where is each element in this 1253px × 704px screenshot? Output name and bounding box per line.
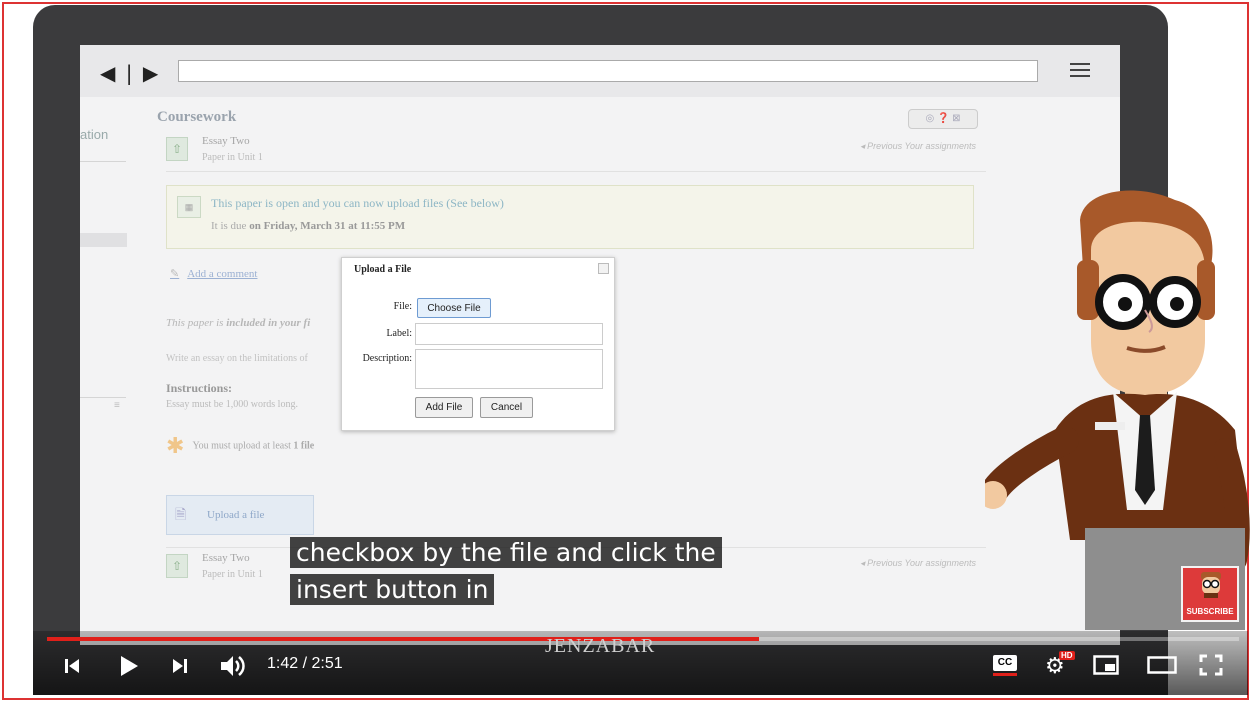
theater-mode-icon[interactable]	[1147, 656, 1177, 674]
add-comment-label: Add a comment	[187, 268, 258, 280]
write-text: Write an essay on the limitations of	[166, 353, 308, 364]
due-value: on Friday, March 31 at 11:55 PM	[249, 220, 406, 232]
label-input[interactable]	[415, 323, 603, 345]
included-text: This paper is included in your fi	[166, 317, 310, 329]
assignment-nav: ◂ Previous Your assignments	[860, 141, 976, 151]
next-icon[interactable]	[171, 657, 189, 675]
instructions-body: Essay must be 1,000 words long.	[166, 399, 298, 410]
description-label: Description:	[362, 353, 412, 364]
upload-icon: 🗎	[175, 506, 187, 522]
settings-button[interactable]: ⚙ HD	[1045, 651, 1077, 678]
hd-badge: HD	[1059, 651, 1075, 660]
miniplayer-icon[interactable]	[1093, 655, 1119, 675]
play-icon[interactable]	[119, 655, 139, 677]
comment-icon: ✎	[170, 268, 180, 280]
notice-title-suffix: (See below)	[443, 196, 504, 210]
sidebar-divider	[80, 161, 126, 162]
description-textarea[interactable]	[415, 349, 603, 389]
subscribe-button[interactable]: SUBSCRIBE	[1181, 566, 1239, 622]
must-upload-text: ✱ You must upload at least 1 file	[166, 433, 314, 459]
puzzle-icon: ✱	[166, 433, 185, 458]
add-comment-link[interactable]: ✎ Add a comment	[170, 267, 257, 280]
assignment-row: ⇧ Essay Two Paper in Unit 1 ◂ Previous Y…	[166, 131, 986, 172]
assignment-subtitle: Paper in Unit 1	[202, 152, 263, 163]
address-bar	[178, 60, 1038, 82]
sidebar-label: ation	[80, 127, 109, 142]
cc-icon: CC	[993, 655, 1017, 671]
sidebar-grip-icon: ≡	[114, 400, 120, 411]
browser-toolbar: ◀ | ▶	[80, 45, 1120, 97]
subscribe-label: SUBSCRIBE	[1186, 607, 1234, 616]
must-upload-bold: 1 file	[293, 440, 315, 452]
video-controls: 1:42 / 2:51 JENZABAR CC ⚙ HD	[33, 631, 1248, 695]
assignment-title: Essay Two	[202, 552, 250, 564]
paper-icon: ⇧	[166, 137, 188, 161]
page-tools-icons: ◎ ❓ ⊠	[908, 109, 978, 129]
upload-file-label: Upload a file	[207, 509, 265, 521]
sidebar-highlight	[80, 233, 127, 247]
label-label: Label:	[386, 328, 412, 339]
sidebar-divider	[80, 397, 126, 398]
volume-icon[interactable]	[219, 654, 247, 678]
time-display: 1:42 / 2:51	[267, 655, 343, 672]
included-bold: included in your fi	[226, 317, 311, 329]
due-prefix: It is due	[211, 220, 250, 232]
captions-button[interactable]: CC	[991, 653, 1019, 676]
upload-file-button[interactable]: 🗎 Upload a file	[166, 495, 314, 535]
notice-due: It is due on Friday, March 31 at 11:55 P…	[211, 220, 405, 232]
menu-icon	[1070, 63, 1090, 81]
upload-dialog: Upload a File File: Choose File Label: D…	[341, 257, 615, 431]
cc-active-indicator	[993, 673, 1017, 676]
add-file-button[interactable]: Add File	[415, 397, 473, 418]
notice-title-text: This paper is open and you can now uploa…	[211, 196, 444, 210]
notice-title: This paper is open and you can now uploa…	[211, 196, 504, 211]
included-prefix: This paper is	[166, 317, 227, 329]
file-label: File:	[393, 301, 412, 312]
caption-line-1: checkbox by the file and click the	[290, 537, 722, 568]
dialog-close-button[interactable]	[598, 263, 609, 274]
dialog-title: Upload a File	[354, 264, 412, 275]
open-notice: ▦ This paper is open and you can now upl…	[166, 185, 974, 249]
calendar-icon: ▦	[177, 196, 201, 218]
assignment-subtitle: Paper in Unit 1	[202, 569, 263, 580]
page-title: Coursework	[157, 109, 237, 125]
presenter-avatar-icon	[1201, 572, 1221, 598]
cartoon-presenter	[985, 190, 1250, 630]
assignment-title: Essay Two	[202, 135, 250, 147]
assignment-nav: ◂ Previous Your assignments	[860, 558, 976, 568]
instructions-heading: Instructions:	[166, 381, 233, 395]
paper-icon: ⇧	[166, 554, 188, 578]
caption-line-2: insert button in	[290, 574, 495, 605]
back-forward-icon: ◀ | ▶	[100, 61, 161, 85]
choose-file-button[interactable]: Choose File	[417, 298, 491, 318]
previous-icon[interactable]	[63, 657, 81, 675]
must-upload-prefix: You must upload at least	[192, 440, 294, 452]
fullscreen-icon[interactable]	[1199, 654, 1223, 676]
cancel-button[interactable]: Cancel	[480, 397, 533, 418]
jenzabar-logo: JENZABAR	[545, 635, 656, 657]
